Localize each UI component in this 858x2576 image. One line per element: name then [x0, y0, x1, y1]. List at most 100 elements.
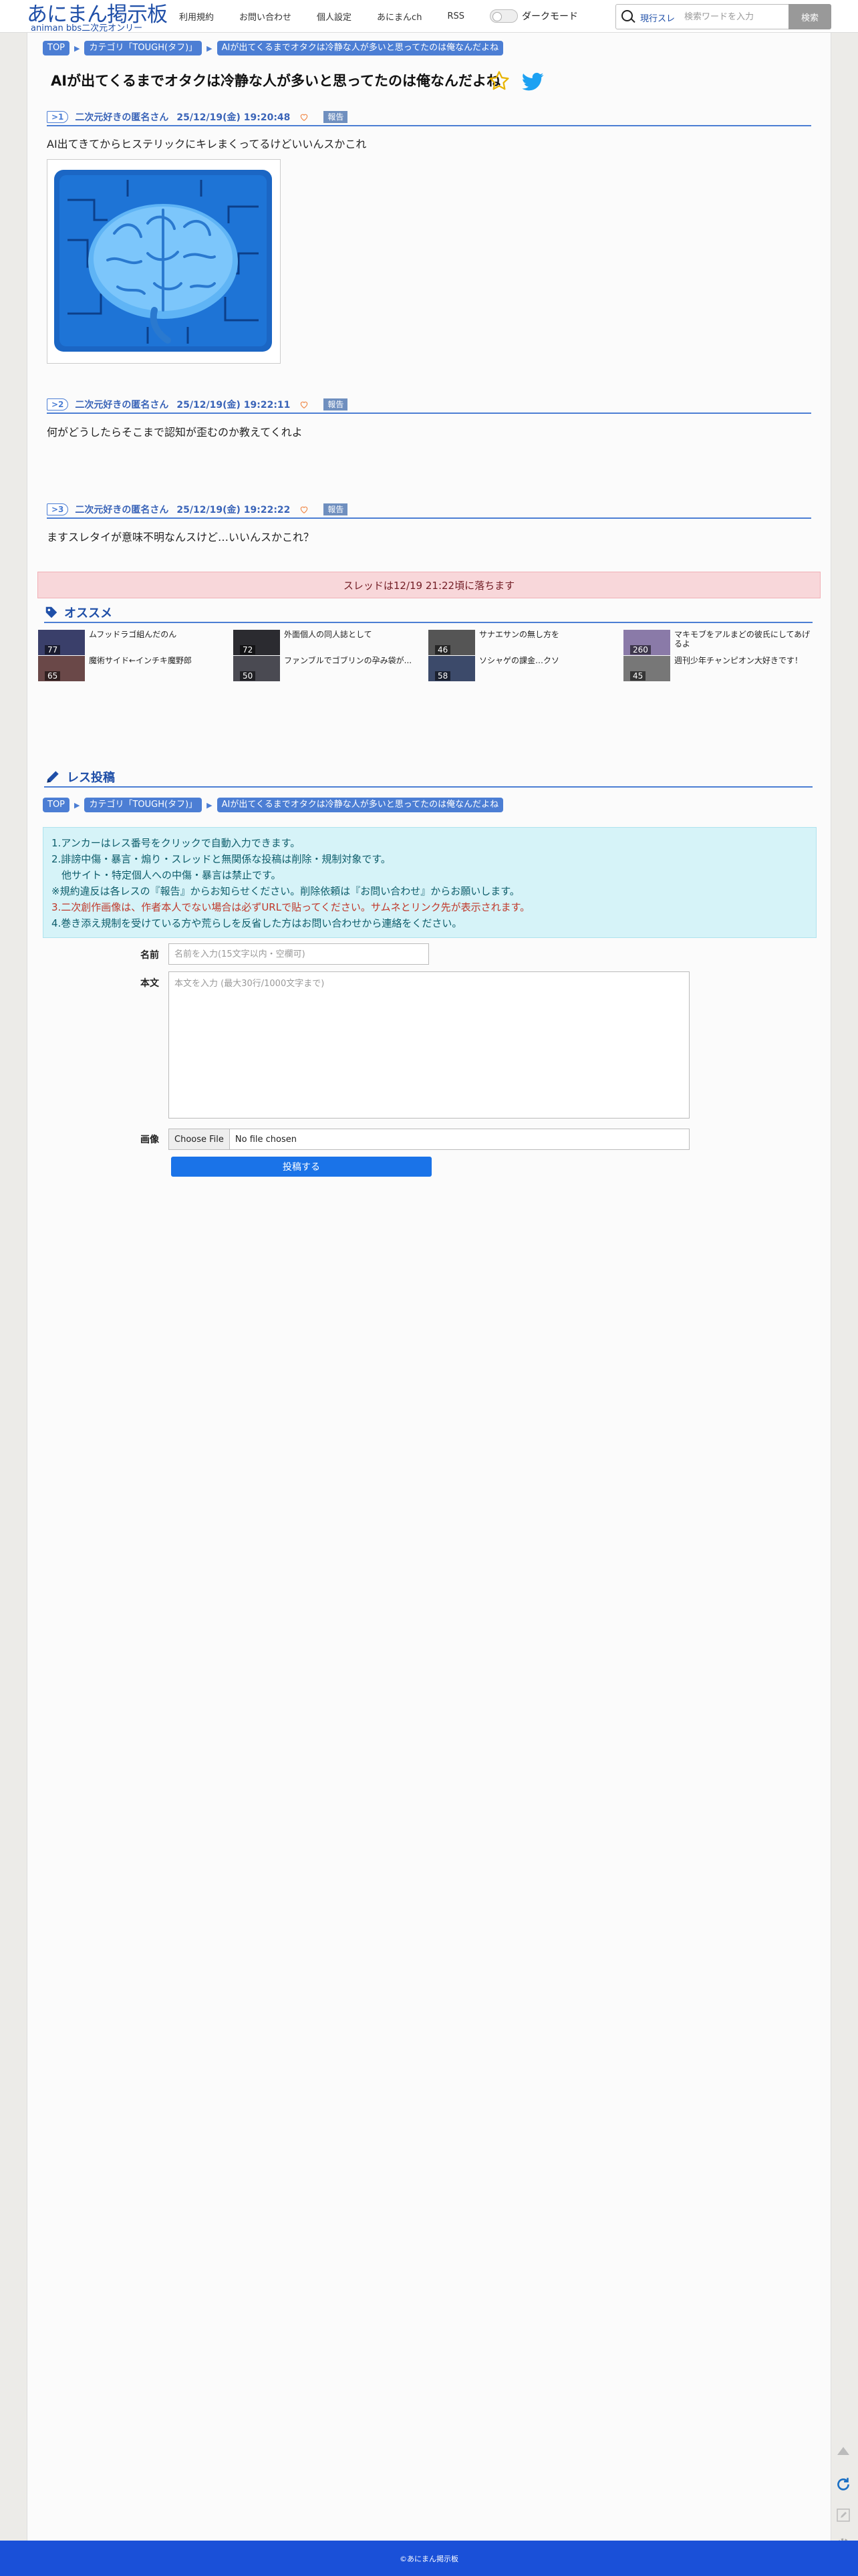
post-number[interactable]: >1: [47, 111, 69, 123]
recommend-item[interactable]: 46 サナエサンの無し方を: [428, 630, 622, 657]
recommend-count: 50: [240, 671, 256, 681]
post-header: >3 二次元好きの匿名さん 25/12/19(金) 19:22:22 報告: [47, 501, 811, 519]
search-button[interactable]: 検索: [789, 4, 831, 29]
breadcrumb-category[interactable]: カテゴリ「TOUGH(タフ)」: [84, 798, 202, 812]
post-author: 二次元好きの匿名さん: [75, 400, 169, 411]
posting-rules: 1.アンカーはレス番号をクリックで自動入力できます。 2.誹謗中傷・暴言・煽り・…: [43, 827, 817, 938]
recommend-count: 72: [240, 645, 256, 655]
breadcrumb-bottom: TOP ▶ カテゴリ「TOUGH(タフ)」 ▶ AIが出てくるまでオタクは冷静な…: [43, 798, 504, 812]
nav-terms[interactable]: 利用規約: [179, 10, 214, 23]
post-number[interactable]: >2: [47, 398, 69, 411]
recommend-count: 46: [435, 645, 451, 655]
post-image-thumbnail[interactable]: [47, 159, 281, 364]
dark-mode-toggle[interactable]: [489, 9, 518, 23]
post-date: 25/12/19(金) 19:22:11: [176, 400, 291, 411]
site-header: あにまん掲示板 animan bbs二次元オンリー 利用規約 お問い合わせ 個人…: [0, 0, 858, 33]
page-container: [27, 0, 831, 2541]
thread-title: AIが出てくるまでオタクは冷静な人が多いと思ってたのは俺なんだよね: [51, 73, 500, 89]
recommend-thumbnail: 45: [623, 656, 670, 681]
post-body: 何がどうしたらそこまで認知が歪むのか教えてくれよ: [47, 426, 303, 439]
favorite-star-icon[interactable]: [488, 70, 511, 92]
post-date: 25/12/19(金) 19:22:22: [176, 505, 291, 515]
scroll-top-button[interactable]: [833, 2440, 854, 2462]
recommend-item[interactable]: 77 ムフッドラゴ組んだのん: [38, 630, 232, 657]
breadcrumb-top[interactable]: TOP: [43, 41, 70, 55]
recommend-item[interactable]: 50 ファンブルでゴブリンの孕み袋が...: [233, 656, 427, 683]
recommend-thumbnail: 260: [623, 630, 670, 655]
reply-title: レス投稿: [67, 771, 115, 785]
heart-icon[interactable]: [299, 505, 309, 514]
heart-icon[interactable]: [299, 112, 309, 122]
breadcrumb-separator: ▶: [74, 43, 80, 53]
recommend-item[interactable]: 260 マキモブをアルまどの彼氏にしてあげるよ: [623, 630, 817, 657]
recommend-count: 77: [45, 645, 61, 655]
recommend-thumbnail: 65: [38, 656, 85, 681]
search-scope-select[interactable]: 現行スレ: [640, 11, 675, 24]
recommend-thumbnail: 58: [428, 656, 475, 681]
recommend-title-text: サナエサンの無し方を: [479, 630, 560, 639]
search-input[interactable]: [683, 9, 786, 25]
breadcrumb-thread[interactable]: AIが出てくるまでオタクは冷静な人が多いと思ってたのは俺なんだよね: [217, 798, 504, 812]
pencil-icon: [47, 771, 59, 783]
report-button[interactable]: 報告: [323, 398, 348, 411]
post-number[interactable]: >3: [47, 503, 69, 515]
nav-contact[interactable]: お問い合わせ: [239, 10, 291, 23]
recommend-item[interactable]: 65 魔術サイド←インチキ魔野郎: [38, 656, 232, 683]
tag-icon: [45, 606, 57, 618]
nav-animanch[interactable]: あにまんch: [377, 10, 422, 23]
site-logo[interactable]: あにまん掲示板 animan bbs二次元オンリー: [27, 0, 168, 33]
recommend-item[interactable]: 72 外面個人の同人誌として: [233, 630, 427, 657]
recommend-thumbnail: 77: [38, 630, 85, 655]
breadcrumb-separator: ▶: [74, 800, 80, 810]
recommend-count: 45: [630, 671, 646, 681]
rule-line: 4.巻き添え規制を受けている方や荒らしを反省した方はお問い合わせから連絡をくださ…: [51, 917, 462, 929]
top-nav: 利用規約 お問い合わせ 個人設定 あにまんch RSS ダークモード: [179, 0, 578, 32]
recommend-thumbnail: 46: [428, 630, 475, 655]
body-textarea[interactable]: [168, 971, 690, 1119]
toggle-knob: [492, 12, 502, 21]
recommend-item[interactable]: 58 ソシャゲの課金…クソ: [428, 656, 622, 683]
search-icon: [621, 10, 633, 21]
site-footer: ©あにまん掲示板: [0, 2541, 858, 2576]
recommend-title-text: マキモブをアルまどの彼氏にしてあげるよ: [674, 630, 811, 649]
heart-icon[interactable]: [299, 400, 309, 409]
twitter-share-icon[interactable]: [521, 72, 544, 92]
body-label: 本文: [140, 978, 159, 989]
name-input[interactable]: [168, 943, 429, 965]
nav-rss[interactable]: RSS: [447, 11, 464, 21]
post-header: >1 二次元好きの匿名さん 25/12/19(金) 19:20:48 報告: [47, 109, 811, 126]
image-file-input[interactable]: Choose File No file chosen: [168, 1129, 690, 1150]
triangle-up-icon: [837, 2447, 849, 2455]
recommend-title-text: ソシャゲの課金…クソ: [479, 656, 560, 665]
post-author: 二次元好きの匿名さん: [75, 112, 169, 123]
breadcrumb-top[interactable]: TOP: [43, 798, 70, 812]
rule-line-warning: 3.二次創作画像は、作者本人でない場合は必ずURLで貼ってください。サムネとリン…: [51, 901, 531, 913]
submit-button[interactable]: 投稿する: [171, 1157, 432, 1177]
choose-file-button[interactable]: Choose File: [169, 1129, 230, 1149]
recommend-title-text: 魔術サイド←インチキ魔野郎: [89, 656, 192, 665]
report-button[interactable]: 報告: [323, 503, 348, 515]
reply-header: レス投稿: [44, 768, 813, 788]
breadcrumb: TOP ▶ カテゴリ「TOUGH(タフ)」 ▶ AIが出てくるまでオタクは冷静な…: [43, 41, 504, 55]
file-status: No file chosen: [235, 1134, 297, 1145]
recommend-count: 65: [45, 671, 61, 681]
recommend-header: オススメ: [44, 603, 813, 623]
image-label: 画像: [140, 1135, 159, 1145]
reload-icon: [837, 2478, 849, 2490]
post-author: 二次元好きの匿名さん: [75, 505, 169, 515]
search-box: 現行スレ: [615, 4, 789, 29]
recommend-title: オススメ: [64, 606, 112, 620]
recommend-title-text: ムフッドラゴ組んだのん: [89, 630, 177, 639]
report-button[interactable]: 報告: [323, 111, 348, 123]
brain-image: [54, 170, 272, 352]
recommend-thumbnail: 50: [233, 656, 280, 681]
nav-settings[interactable]: 個人設定: [317, 10, 351, 23]
logo-subtitle: animan bbs二次元オンリー: [31, 23, 143, 33]
recommend-title-text: 外面個人の同人誌として: [284, 630, 372, 639]
breadcrumb-category[interactable]: カテゴリ「TOUGH(タフ)」: [84, 41, 202, 55]
write-button[interactable]: [833, 2504, 854, 2526]
recommend-item[interactable]: 45 週刊少年チャンピオン大好きです！: [623, 656, 817, 683]
edit-icon: [837, 2508, 850, 2522]
reload-button[interactable]: [833, 2474, 854, 2495]
breadcrumb-thread[interactable]: AIが出てくるまでオタクは冷静な人が多いと思ってたのは俺なんだよね: [217, 41, 504, 55]
